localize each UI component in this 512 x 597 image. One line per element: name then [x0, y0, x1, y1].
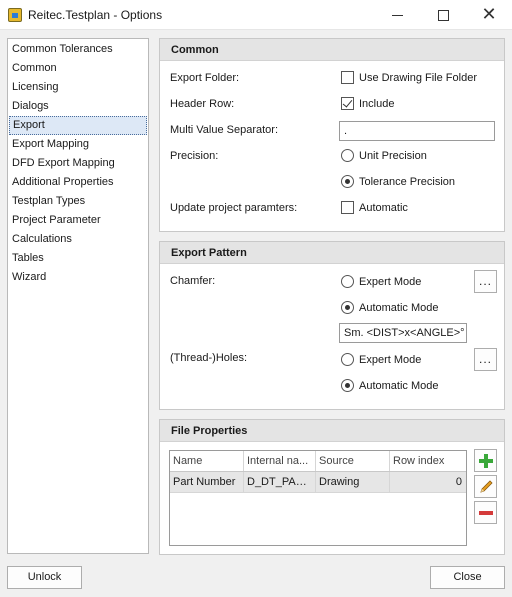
title-bar: Reitec.Testplan - Options ✕	[0, 0, 512, 30]
tolerance-precision-radio[interactable]: Tolerance Precision	[341, 175, 455, 188]
file-properties-group: File Properties Name Internal na... Sour…	[159, 419, 505, 555]
sidebar-item-tables[interactable]: Tables	[9, 249, 147, 268]
sidebar-item-calculations[interactable]: Calculations	[9, 230, 147, 249]
export-pattern-group: Export Pattern Chamfer: Expert Mode ... …	[159, 241, 505, 410]
sidebar-item-licensing[interactable]: Licensing	[9, 78, 147, 97]
file-properties-table[interactable]: Name Internal na... Source Row index Par…	[169, 450, 467, 546]
use-drawing-folder-label: Use Drawing File Folder	[359, 71, 477, 84]
tolerance-precision-label: Tolerance Precision	[359, 175, 455, 188]
close-icon: ✕	[481, 4, 497, 25]
use-drawing-folder-check-box[interactable]	[341, 71, 354, 84]
table-row[interactable]: Part Number D_DT_PAR... Drawing 0	[170, 472, 466, 493]
column-header-source[interactable]: Source	[316, 451, 390, 471]
chamfer-automatic-radio-button[interactable]	[341, 301, 354, 314]
app-icon	[8, 8, 22, 22]
minus-icon	[478, 510, 493, 515]
holes-expert-label: Expert Mode	[359, 353, 422, 366]
holes-label: (Thread-)Holes:	[170, 352, 248, 364]
chamfer-automatic-radio[interactable]: Automatic Mode	[341, 301, 438, 314]
unit-precision-label: Unit Precision	[359, 149, 427, 162]
include-label: Include	[359, 97, 395, 110]
chamfer-label: Chamfer:	[170, 275, 216, 287]
automatic-update-checkbox[interactable]: Automatic	[341, 201, 408, 214]
sidebar-item-dialogs[interactable]: Dialogs	[9, 97, 147, 116]
sidebar-item-dfd-export-mapping[interactable]: DFD Export Mapping	[9, 154, 147, 173]
tolerance-precision-radio-button[interactable]	[341, 175, 354, 188]
separator-label: Multi Value Separator:	[170, 124, 279, 136]
table-cell[interactable]: D_DT_PAR...	[244, 472, 316, 492]
column-header-row-index[interactable]: Row index	[390, 451, 466, 471]
minimize-button[interactable]	[374, 0, 420, 30]
close-button[interactable]: Close	[430, 566, 505, 589]
sidebar-item-export-mapping[interactable]: Export Mapping	[9, 135, 147, 154]
include-check-box[interactable]	[341, 97, 354, 110]
sidebar-item-additional-properties[interactable]: Additional Properties	[9, 173, 147, 192]
chamfer-expert-radio[interactable]: Expert Mode	[341, 275, 421, 288]
chamfer-automatic-label: Automatic Mode	[359, 301, 439, 314]
pencil-icon	[479, 479, 493, 493]
options-category-list[interactable]: Common Tolerances Common Licensing Dialo…	[7, 38, 149, 554]
export-pattern-header: Export Pattern	[160, 242, 504, 264]
update-params-label: Update project paramters:	[170, 202, 298, 214]
unit-precision-radio[interactable]: Unit Precision	[341, 149, 427, 162]
remove-property-button[interactable]	[474, 501, 497, 524]
plus-icon	[478, 453, 493, 468]
maximize-button[interactable]	[420, 0, 466, 30]
holes-expert-radio[interactable]: Expert Mode	[341, 353, 421, 366]
sidebar-item-project-parameter[interactable]: Project Parameter	[9, 211, 147, 230]
holes-automatic-radio[interactable]: Automatic Mode	[341, 379, 438, 392]
minimize-icon	[391, 14, 403, 16]
chamfer-browse-button[interactable]: ...	[474, 270, 497, 293]
file-properties-header: File Properties	[160, 420, 504, 442]
column-header-internal-name[interactable]: Internal na...	[244, 451, 316, 471]
sidebar-item-wizard[interactable]: Wizard	[9, 268, 147, 287]
unlock-button[interactable]: Unlock	[7, 566, 82, 589]
chamfer-expert-label: Expert Mode	[359, 275, 422, 288]
separator-input[interactable]: .	[339, 121, 495, 141]
export-folder-label: Export Folder:	[170, 72, 240, 84]
chamfer-expert-radio-button[interactable]	[341, 275, 354, 288]
table-cell[interactable]: 0	[390, 472, 466, 492]
automatic-update-label: Automatic	[359, 201, 408, 214]
edit-property-button[interactable]	[474, 475, 497, 498]
precision-label: Precision:	[170, 150, 219, 162]
automatic-update-check-box[interactable]	[341, 201, 354, 214]
holes-automatic-label: Automatic Mode	[359, 379, 439, 392]
holes-expert-radio-button[interactable]	[341, 353, 354, 366]
header-row-label: Header Row:	[170, 98, 235, 110]
common-group: Common Export Folder: Use Drawing File F…	[159, 38, 505, 232]
close-window-button[interactable]: ✕	[466, 0, 512, 30]
table-cell[interactable]: Drawing	[316, 472, 390, 492]
use-drawing-folder-checkbox[interactable]: Use Drawing File Folder	[341, 71, 477, 84]
add-property-button[interactable]	[474, 449, 497, 472]
holes-browse-button[interactable]: ...	[474, 348, 497, 371]
column-header-name[interactable]: Name	[170, 451, 244, 471]
table-header: Name Internal na... Source Row index	[170, 451, 466, 472]
window-title: Reitec.Testplan - Options	[28, 8, 163, 22]
sidebar-item-common-tolerances[interactable]: Common Tolerances	[9, 40, 147, 59]
sidebar-item-export[interactable]: Export	[9, 116, 147, 135]
chamfer-pattern-input[interactable]: Sm. <DIST>x<ANGLE>°	[339, 323, 467, 343]
holes-automatic-radio-button[interactable]	[341, 379, 354, 392]
table-cell[interactable]: Part Number	[170, 472, 244, 492]
include-checkbox[interactable]: Include	[341, 97, 394, 110]
maximize-icon	[437, 9, 449, 21]
sidebar-item-testplan-types[interactable]: Testplan Types	[9, 192, 147, 211]
unit-precision-radio-button[interactable]	[341, 149, 354, 162]
common-group-header: Common	[160, 39, 504, 61]
sidebar-item-common[interactable]: Common	[9, 59, 147, 78]
